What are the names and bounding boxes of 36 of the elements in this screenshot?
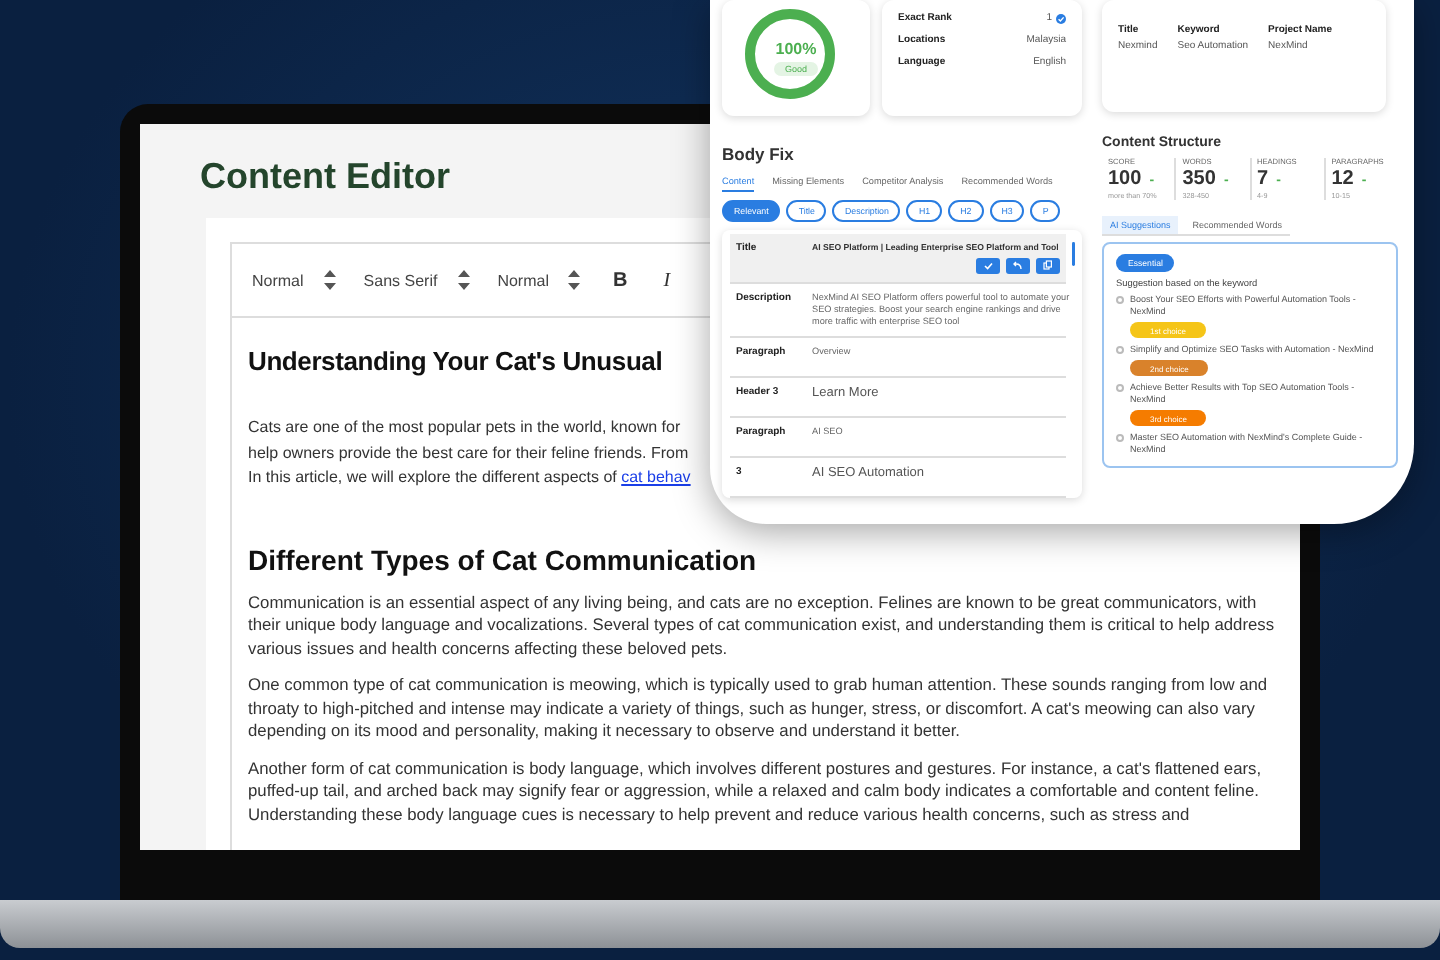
sort-arrows-icon (457, 270, 470, 290)
bold-button[interactable]: B (608, 269, 632, 291)
format-dropdown[interactable]: Sans Serif (363, 270, 470, 290)
metric-value: 7 (1257, 168, 1269, 190)
format-dropdown[interactable]: Normal (497, 270, 581, 290)
sort-arrows-icon (568, 270, 581, 290)
check-icon (982, 260, 994, 272)
check-badge-icon (1056, 13, 1066, 23)
italic-button[interactable]: I (659, 269, 675, 291)
radio-button[interactable] (1116, 296, 1124, 304)
section-heading: Different Types of Cat Communication (248, 543, 757, 575)
radio-button[interactable] (1116, 346, 1124, 354)
metric-value: 12 (1331, 168, 1354, 190)
scrollbar (1072, 242, 1076, 266)
radio-button[interactable] (1116, 384, 1124, 392)
paragraph: Communication is an essential aspect of any living being, and cats are no exception. Felines are known to be great communicators, with their unique body language and vocalizations. Several types of cat communication exist, and understanding them is critical to help address various issues and health concerns affecting these beloved pets. (248, 591, 1277, 660)
section-title: Body Fix (722, 144, 794, 164)
score-value: 100% (775, 40, 817, 58)
metric-value: 100 (1108, 168, 1142, 190)
radio-button[interactable] (1116, 434, 1124, 442)
format-dropdown[interactable]: Normal (252, 270, 336, 290)
paragraph-line: help owners provide the best care for their feline friends. From (248, 441, 689, 466)
action-button[interactable] (1036, 258, 1060, 274)
action-button[interactable] (1006, 258, 1030, 274)
action-button[interactable] (976, 258, 1000, 274)
paragraph: One common type of cat communication is meowing, which is typically used to grab human attention. These sounds ranging from low and throaty to high-pitched and intense may indicate a variety of things, such as hunger, stress, or discomfort. A cat's meowing can also vary depending on its mood and personality, making it necessary to observe and understand it better. (248, 674, 1270, 743)
paragraph-line: Cats are one of the most popular pets in the world, known for (248, 416, 681, 440)
undo-icon (1012, 260, 1024, 272)
metric-value: 350 (1182, 168, 1216, 190)
article-heading: Understanding Your Cat's Unusual (248, 346, 663, 376)
text-link[interactable]: cat behav (621, 468, 691, 486)
sort-arrows-icon (323, 270, 336, 290)
paragraph: Another form of cat communication is body language, which involves different postures and gestures. For instance, a cat's flattened ears, puffed-up tail, and arched back may signify fear or aggression, while a relaxed and calm body indicates a comfortable and content feline. Understanding these body language cues is necessary to help prevent and reduce various health concerns, such as stress and (248, 757, 1264, 826)
page-title: Content Editor (200, 156, 450, 198)
paragraph-line: In this article, we will explore the different aspects of cat behav (248, 466, 691, 490)
copy-icon (1042, 260, 1054, 272)
